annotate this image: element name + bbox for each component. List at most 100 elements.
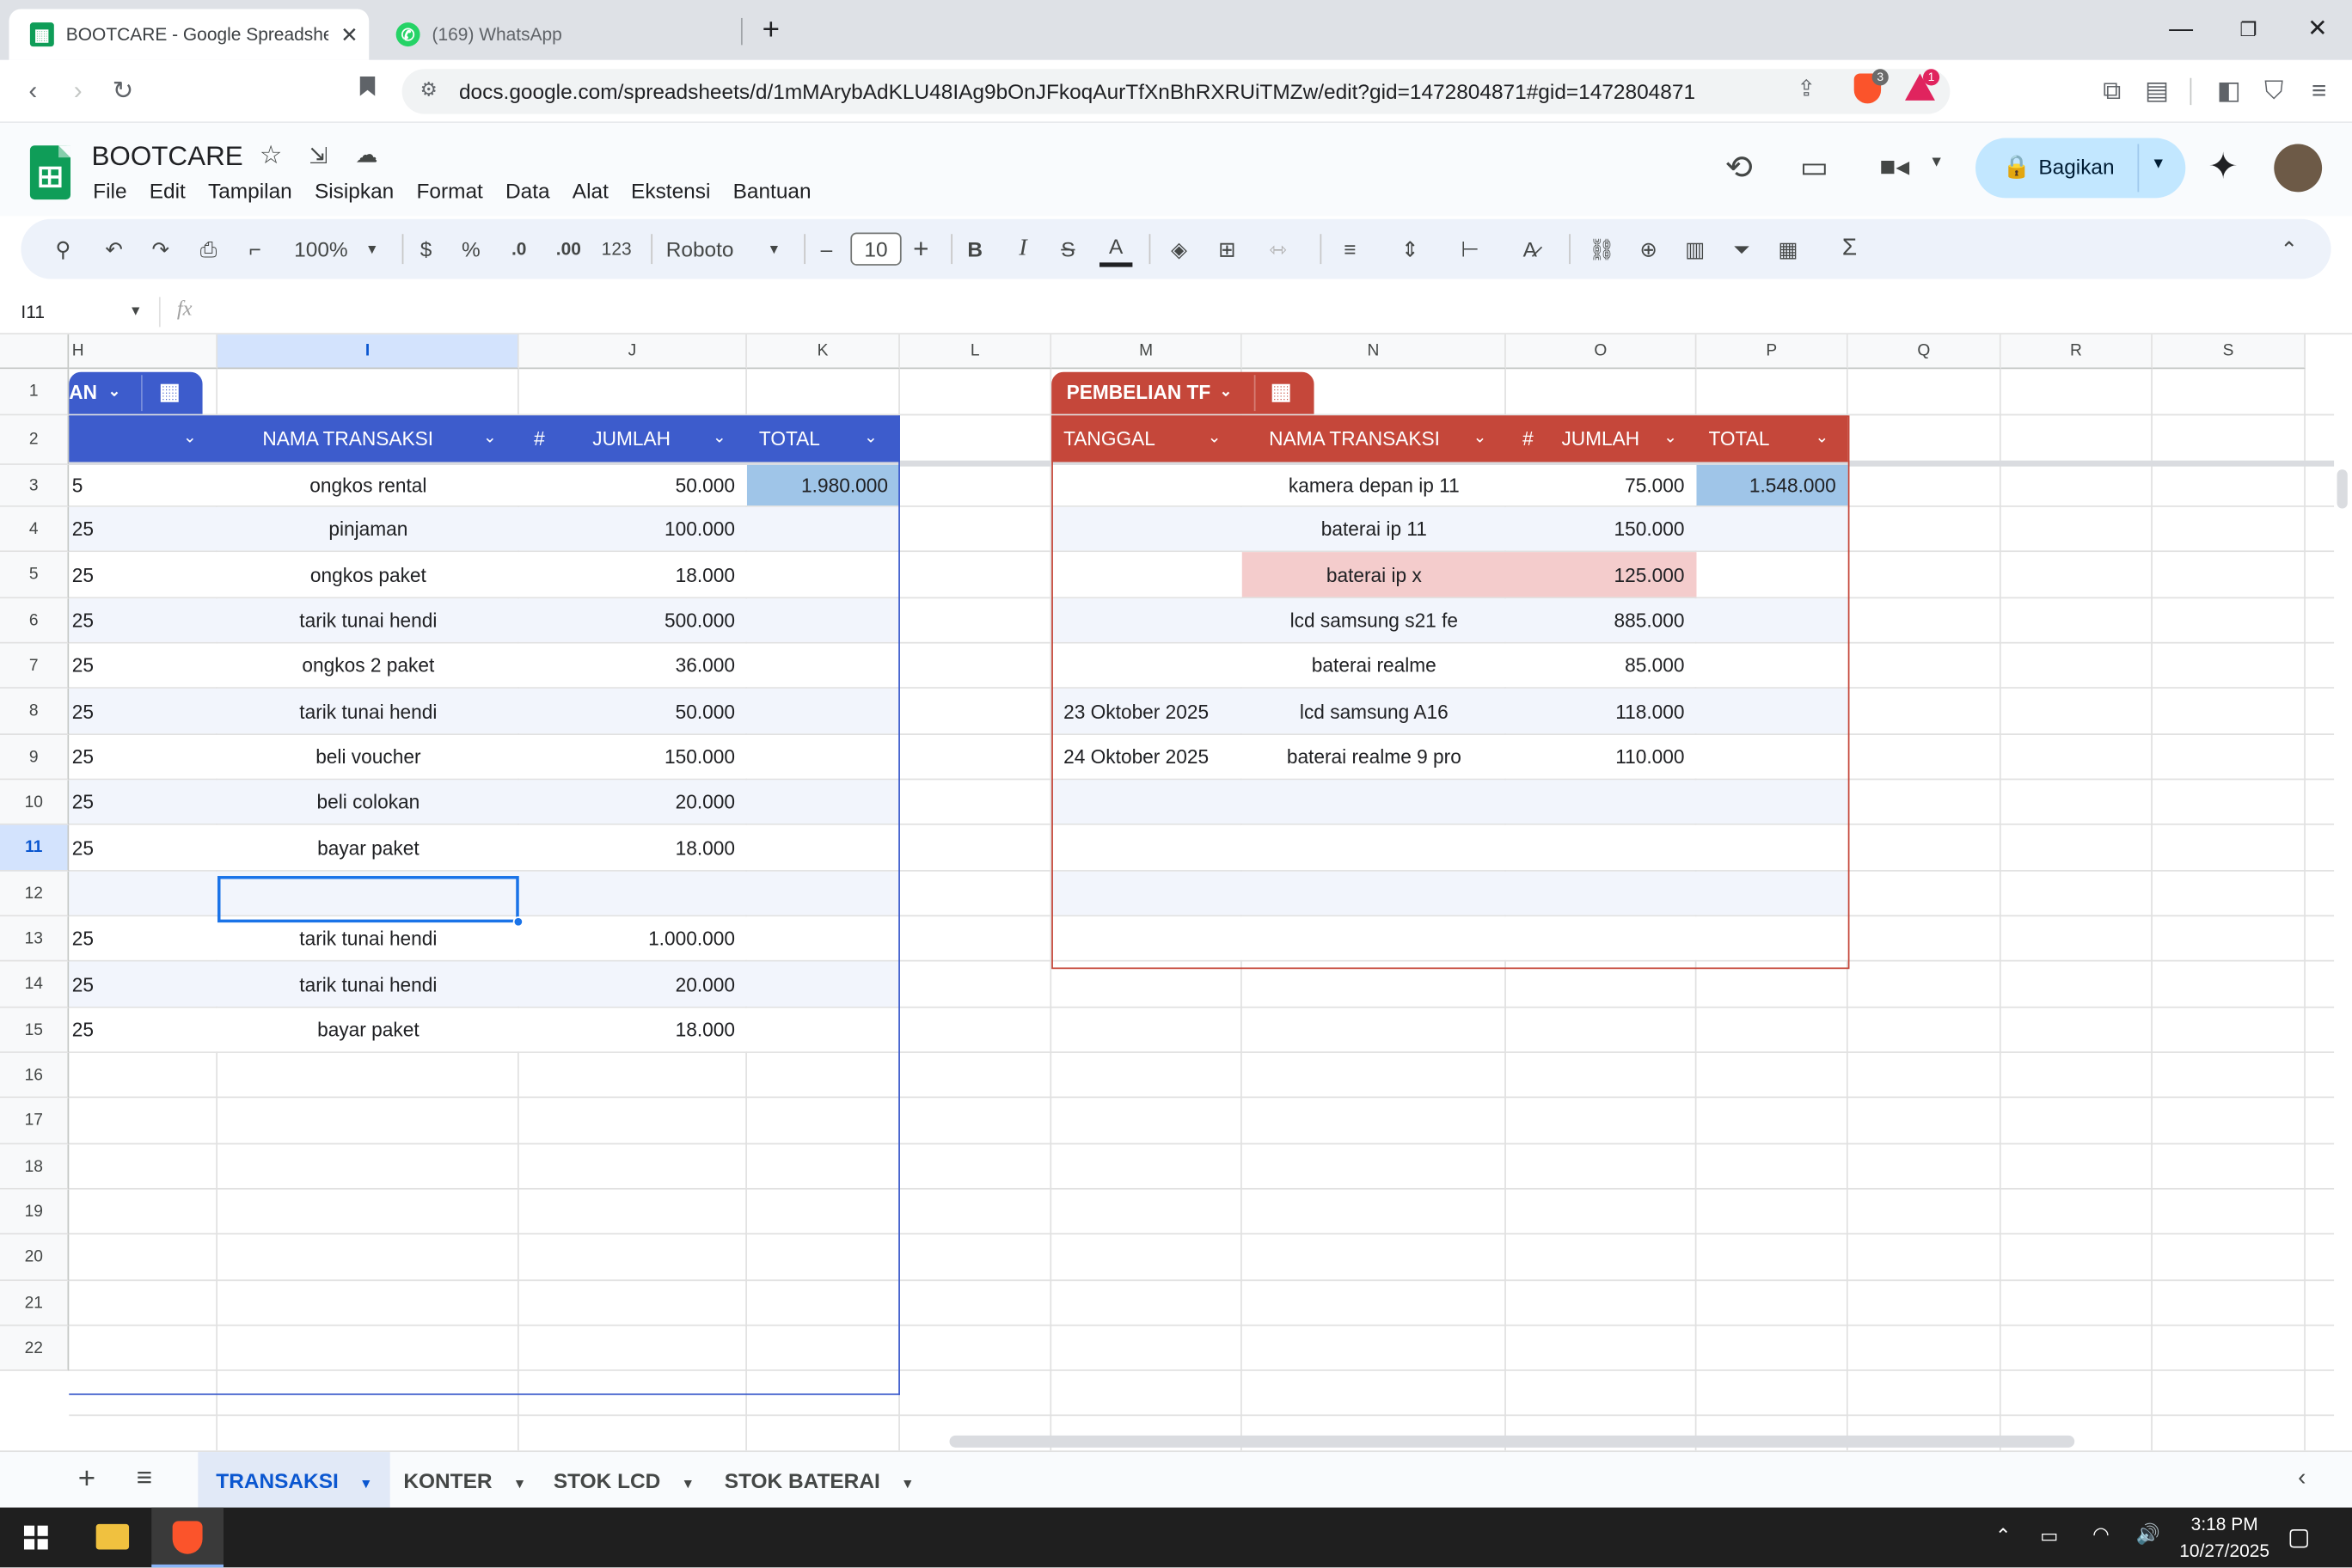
cell-date-partial[interactable]: 25 bbox=[72, 780, 207, 824]
battery-icon[interactable]: ▭ bbox=[2040, 1524, 2058, 1548]
cell-total[interactable] bbox=[747, 780, 900, 824]
cell-total[interactable] bbox=[1696, 644, 1847, 688]
undo-icon[interactable]: ↶ bbox=[96, 231, 132, 267]
functions-icon[interactable]: Σ bbox=[1832, 231, 1868, 267]
header-nama-transaksi[interactable]: NAMA TRANSAKSI bbox=[1269, 415, 1440, 462]
sheet-tab-stok-baterai[interactable]: STOK BATERAI ▼ bbox=[707, 1452, 933, 1509]
cell-tanggal[interactable] bbox=[1063, 644, 1240, 689]
sheets-logo-icon[interactable] bbox=[29, 145, 71, 200]
header-total[interactable]: TOTAL bbox=[759, 415, 820, 462]
cell-nama-transaksi[interactable] bbox=[1242, 916, 1506, 961]
cell-tanggal[interactable] bbox=[1063, 465, 1240, 507]
back-icon[interactable]: ‹ bbox=[15, 74, 51, 110]
cell-tanggal[interactable] bbox=[1063, 598, 1240, 643]
cell-total[interactable]: 1.980.000 bbox=[746, 464, 900, 506]
cell-nama-transaksi[interactable]: bayar paket bbox=[217, 825, 519, 872]
bookmark-icon[interactable] bbox=[350, 74, 386, 110]
sheet-tab-stok-lcd[interactable]: STOK LCD ▼ bbox=[536, 1452, 713, 1509]
horizontal-align-icon[interactable]: ≡ bbox=[1332, 231, 1368, 267]
selected-cell[interactable] bbox=[217, 876, 519, 923]
text-wrapping-icon[interactable]: ⊢ bbox=[1452, 231, 1488, 267]
cell-date-partial[interactable]: 25 bbox=[72, 825, 207, 872]
extensions-icon[interactable]: ⧉ bbox=[2094, 74, 2130, 110]
cell-jumlah[interactable]: 150.000 bbox=[1506, 507, 1685, 552]
cell-date-partial[interactable]: 5 bbox=[72, 465, 207, 507]
add-sheet-button[interactable]: + bbox=[78, 1462, 95, 1497]
browser-tab-whatsapp[interactable]: ✆ (169) WhatsApp bbox=[375, 9, 741, 59]
menu-file[interactable]: File bbox=[93, 179, 126, 203]
zoom-dropdown-icon[interactable]: ▼ bbox=[363, 231, 381, 267]
cell-total[interactable] bbox=[1696, 872, 1847, 916]
cell-tanggal[interactable] bbox=[1063, 916, 1240, 961]
dropdown-icon[interactable]: ▼ bbox=[682, 1476, 695, 1491]
cell-total[interactable] bbox=[1696, 507, 1847, 551]
name-box-dropdown-icon[interactable]: ▼ bbox=[129, 303, 143, 317]
cell-date-partial[interactable] bbox=[72, 872, 207, 916]
column-header[interactable]: N bbox=[1241, 334, 1506, 370]
cell-total[interactable] bbox=[747, 825, 900, 870]
comments-icon[interactable]: ▭ bbox=[1800, 149, 1828, 187]
meet-dropdown-icon[interactable]: ▼ bbox=[1929, 155, 1944, 171]
horizontal-scrollbar[interactable] bbox=[949, 1435, 2075, 1448]
column-header[interactable]: P bbox=[1696, 334, 1848, 370]
row-header[interactable]: 16 bbox=[0, 1052, 70, 1099]
cell-nama-transaksi[interactable]: ongkos paket bbox=[217, 552, 519, 598]
cell-nama-transaksi[interactable]: ongkos 2 paket bbox=[217, 644, 519, 689]
cell-date-partial[interactable]: 25 bbox=[72, 689, 207, 735]
menu-tools[interactable]: Alat bbox=[573, 179, 609, 203]
cell-nama-transaksi[interactable]: pinjaman bbox=[217, 507, 519, 552]
cell-nama-transaksi[interactable]: tarik tunai hendi bbox=[217, 916, 519, 961]
version-history-icon[interactable]: ⟲ bbox=[1725, 149, 1753, 187]
chevron-down-icon[interactable]: ⌄ bbox=[713, 415, 726, 462]
print-icon[interactable]: ⎙ bbox=[191, 231, 227, 267]
column-header[interactable]: Q bbox=[1847, 334, 2001, 370]
cell-jumlah[interactable] bbox=[1506, 825, 1685, 872]
dropdown-icon[interactable]: ▼ bbox=[359, 1476, 373, 1491]
gemini-icon[interactable]: ✦ bbox=[2208, 145, 2238, 189]
cell-total[interactable] bbox=[1696, 552, 1847, 597]
column-header[interactable]: I bbox=[217, 334, 519, 370]
cell-jumlah[interactable]: 100.000 bbox=[519, 507, 735, 552]
row-header[interactable]: 5 bbox=[0, 552, 70, 599]
cell-total[interactable] bbox=[1696, 916, 1847, 960]
column-header[interactable]: K bbox=[746, 334, 900, 370]
cell-nama-transaksi[interactable] bbox=[1242, 825, 1506, 872]
menu-icon[interactable]: ≡ bbox=[2301, 74, 2337, 110]
chevron-down-icon[interactable]: ⌄ bbox=[1220, 372, 1233, 414]
cell-jumlah[interactable]: 50.000 bbox=[519, 465, 735, 507]
text-rotation-icon[interactable]: A̷ bbox=[1512, 231, 1548, 267]
font-dropdown-icon[interactable]: ▼ bbox=[765, 231, 783, 267]
menu-extensions[interactable]: Ekstensi bbox=[631, 179, 710, 203]
column-header[interactable]: L bbox=[899, 334, 1052, 370]
cell-total[interactable] bbox=[1696, 780, 1847, 824]
chevron-down-icon[interactable]: ⌄ bbox=[1208, 415, 1222, 462]
font-select[interactable]: Roboto bbox=[666, 231, 756, 267]
address-bar[interactable]: ⚙ docs.google.com/spreadsheets/d/1mMAryb… bbox=[401, 69, 1951, 114]
cell-nama-transaksi[interactable]: bayar paket bbox=[217, 1008, 519, 1053]
row-header[interactable]: 20 bbox=[0, 1234, 70, 1282]
cell-jumlah[interactable]: 85.000 bbox=[1506, 644, 1684, 689]
cell-tanggal[interactable]: 23 Oktober 2025 bbox=[1063, 689, 1240, 735]
cell-jumlah[interactable] bbox=[519, 872, 735, 916]
strikethrough-button[interactable]: S bbox=[1056, 231, 1080, 267]
redo-icon[interactable]: ↷ bbox=[143, 231, 179, 267]
cell-nama-transaksi[interactable]: tarik tunai hendi bbox=[217, 598, 519, 643]
table-calc-icon[interactable]: ▦ bbox=[1271, 372, 1292, 414]
cell-nama-transaksi[interactable] bbox=[1242, 872, 1506, 916]
cell-jumlah[interactable]: 1.000.000 bbox=[519, 916, 735, 961]
cell-total[interactable]: 1.548.000 bbox=[1696, 464, 1848, 506]
cell-total[interactable] bbox=[747, 1008, 900, 1052]
bold-button[interactable]: B bbox=[963, 231, 987, 267]
taskbar-brave-button[interactable] bbox=[151, 1507, 224, 1568]
cell-jumlah[interactable]: 18.000 bbox=[519, 825, 735, 872]
insert-comment-icon[interactable]: ⊕ bbox=[1631, 231, 1667, 267]
column-header[interactable]: R bbox=[2000, 334, 2153, 370]
site-info-icon[interactable]: ⚙ bbox=[420, 78, 438, 102]
cell-tanggal[interactable] bbox=[1063, 552, 1240, 598]
file-explorer-icon[interactable] bbox=[95, 1523, 130, 1550]
cell-date-partial[interactable]: 25 bbox=[72, 1008, 207, 1053]
cell-tanggal[interactable] bbox=[1063, 780, 1240, 824]
cell-jumlah[interactable] bbox=[1506, 916, 1685, 961]
select-all-corner[interactable] bbox=[0, 334, 70, 370]
cell-jumlah[interactable]: 20.000 bbox=[519, 780, 735, 824]
